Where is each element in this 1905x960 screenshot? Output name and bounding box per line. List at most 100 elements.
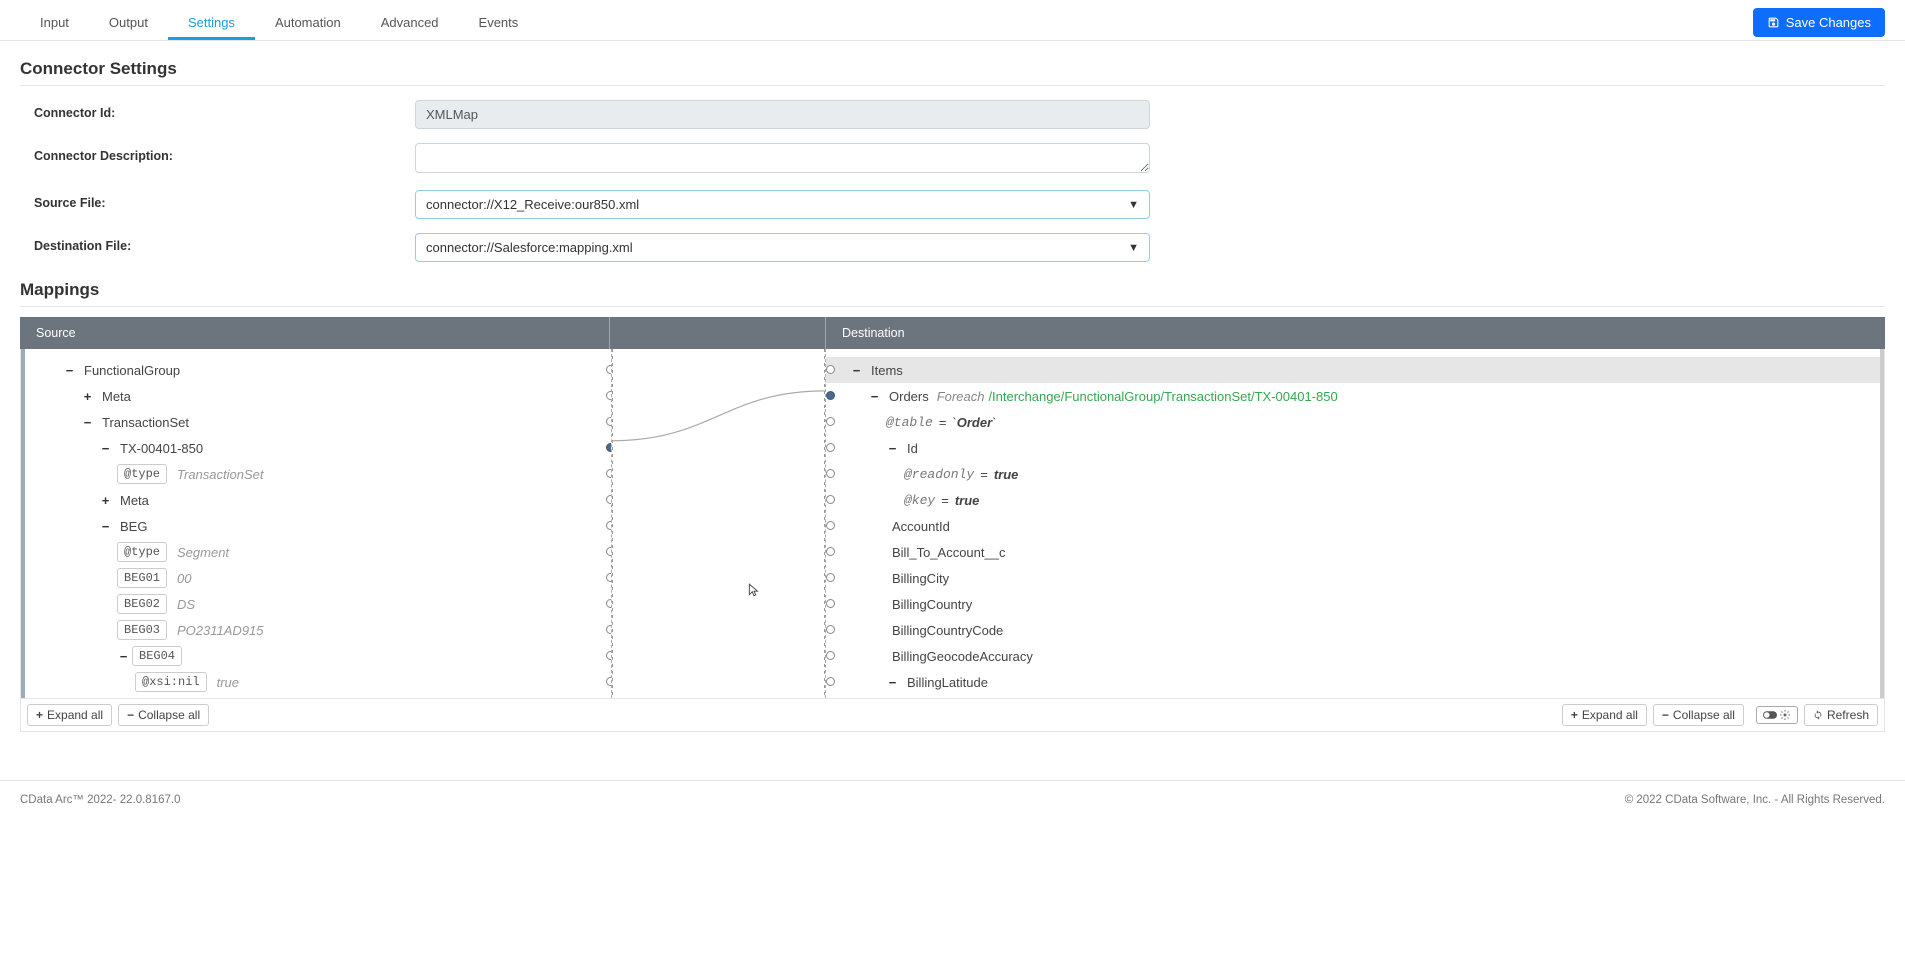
- tree-row[interactable]: BillingCountryCode: [826, 617, 1880, 643]
- tab-settings[interactable]: Settings: [168, 8, 255, 40]
- collapse-icon[interactable]: −: [868, 390, 881, 403]
- tree-row[interactable]: BillingCountry: [826, 591, 1880, 617]
- tree-row[interactable]: BEG03 PO2311AD915: [25, 617, 611, 643]
- collapse-all-source-button[interactable]: − Collapse all: [118, 704, 209, 726]
- collapse-all-dest-button[interactable]: − Collapse all: [1653, 704, 1744, 726]
- tree-value: PO2311AD915: [177, 623, 264, 638]
- tree-row[interactable]: BEG02 DS: [25, 591, 611, 617]
- connection-port[interactable]: [826, 547, 835, 556]
- expand-icon[interactable]: +: [99, 494, 112, 507]
- tree-label: TX-00401-850: [120, 441, 203, 456]
- attribute-chip[interactable]: BEG03: [117, 620, 167, 640]
- tree-value: DS: [177, 597, 195, 612]
- attribute-chip[interactable]: @type: [117, 464, 167, 484]
- collapse-icon[interactable]: −: [99, 520, 112, 533]
- tree-label: BillingCountry: [892, 597, 972, 612]
- tree-row[interactable]: BillingCity: [826, 565, 1880, 591]
- connection-port[interactable]: [826, 625, 835, 634]
- source-file-label: Source File:: [20, 190, 415, 210]
- collapse-icon[interactable]: −: [63, 364, 76, 377]
- connector-description-input[interactable]: [415, 143, 1150, 173]
- attribute-chip[interactable]: BEG01: [117, 568, 167, 588]
- footer-copyright: © 2022 CData Software, Inc. - All Rights…: [1625, 794, 1885, 806]
- tree-label: BillingCountryCode: [892, 623, 1003, 638]
- tree-value: true: [217, 675, 239, 690]
- collapse-icon[interactable]: −: [886, 676, 899, 689]
- tree-row[interactable]: @readonly=true: [826, 461, 1880, 487]
- connection-port[interactable]: [826, 443, 835, 452]
- tree-row[interactable]: @type Segment: [25, 539, 611, 565]
- tree-row[interactable]: −TX-00401-850: [25, 435, 611, 461]
- tree-row[interactable]: @xsi:nil true: [25, 669, 611, 695]
- cursor: [747, 581, 761, 599]
- destination-column-header: Destination: [825, 317, 1885, 349]
- attribute-name: @table: [886, 415, 933, 430]
- tree-row[interactable]: @type TransactionSet: [25, 461, 611, 487]
- destination-file-select[interactable]: connector://Salesforce:mapping.xml ▼: [415, 233, 1150, 262]
- tree-row[interactable]: −BEG04: [25, 643, 611, 669]
- tree-label: BillingLatitude: [907, 675, 988, 690]
- connection-port[interactable]: [826, 573, 835, 582]
- connection-port[interactable]: [826, 391, 835, 400]
- collapse-icon[interactable]: −: [886, 442, 899, 455]
- tree-row[interactable]: −Id: [826, 435, 1880, 461]
- connection-port[interactable]: [826, 417, 835, 426]
- connection-port[interactable]: [826, 521, 835, 530]
- tree-row[interactable]: BillingGeocodeAccuracy: [826, 643, 1880, 669]
- tree-label: Id: [907, 441, 918, 456]
- toggle-icon: [1763, 710, 1777, 720]
- toggle-view[interactable]: [1756, 706, 1798, 724]
- tree-label: Bill_To_Account__c: [892, 545, 1005, 560]
- tree-row[interactable]: + Meta: [25, 383, 611, 409]
- tree-row[interactable]: −Items: [826, 357, 1880, 383]
- expand-all-source-button[interactable]: + Expand all: [27, 704, 112, 726]
- tree-row[interactable]: −BEG: [25, 513, 611, 539]
- tree-label: Meta: [102, 389, 131, 404]
- collapse-icon[interactable]: −: [81, 416, 94, 429]
- tree-value: Segment: [177, 545, 229, 560]
- tree-row[interactable]: −BillingLatitude: [826, 669, 1880, 695]
- tree-row[interactable]: +Meta: [25, 487, 611, 513]
- connection-port[interactable]: [826, 677, 835, 686]
- save-changes-button[interactable]: Save Changes: [1753, 8, 1885, 37]
- chevron-down-icon: ▼: [1128, 242, 1139, 254]
- attribute-chip[interactable]: BEG02: [117, 594, 167, 614]
- connector-id-input: [415, 100, 1150, 129]
- tab-advanced[interactable]: Advanced: [361, 8, 459, 40]
- expand-all-dest-button[interactable]: + Expand all: [1562, 704, 1647, 726]
- expand-icon[interactable]: +: [81, 390, 94, 403]
- tab-input[interactable]: Input: [20, 8, 89, 40]
- tree-row[interactable]: @table=`Order`: [826, 409, 1880, 435]
- attribute-chip[interactable]: @type: [117, 542, 167, 562]
- refresh-button[interactable]: Refresh: [1804, 704, 1878, 726]
- tree-row[interactable]: −TransactionSet: [25, 409, 611, 435]
- connection-port[interactable]: [826, 365, 835, 374]
- tree-value: TransactionSet: [177, 467, 263, 482]
- tree-label: FunctionalGroup: [84, 363, 180, 378]
- tab-output[interactable]: Output: [89, 8, 168, 40]
- tree-row[interactable]: Bill_To_Account__c: [826, 539, 1880, 565]
- save-label: Save Changes: [1786, 15, 1871, 30]
- tree-row[interactable]: BEG0100: [25, 565, 611, 591]
- attribute-value: true: [994, 467, 1019, 482]
- connector-settings-heading: Connector Settings: [20, 59, 1885, 79]
- attribute-value: `Order`: [952, 415, 996, 430]
- tab-events[interactable]: Events: [459, 8, 539, 40]
- tree-row[interactable]: AccountId: [826, 513, 1880, 539]
- footer-version: CData Arc™ 2022- 22.0.8167.0: [20, 794, 180, 806]
- attribute-chip[interactable]: BEG04: [132, 646, 182, 666]
- connection-port[interactable]: [826, 469, 835, 478]
- connection-port[interactable]: [826, 495, 835, 504]
- tab-automation[interactable]: Automation: [255, 8, 361, 40]
- collapse-icon[interactable]: −: [117, 650, 130, 663]
- tree-row[interactable]: −FunctionalGroup: [25, 357, 611, 383]
- collapse-icon[interactable]: −: [850, 364, 863, 377]
- tree-row[interactable]: @key=true: [826, 487, 1880, 513]
- connection-port[interactable]: [826, 599, 835, 608]
- connection-port[interactable]: [826, 651, 835, 660]
- source-file-select[interactable]: connector://X12_Receive:our850.xml ▼: [415, 190, 1150, 219]
- tree-label: Items: [871, 363, 903, 378]
- tree-row[interactable]: −OrdersForeach/Interchange/FunctionalGro…: [826, 383, 1880, 409]
- collapse-icon[interactable]: −: [99, 442, 112, 455]
- attribute-chip[interactable]: @xsi:nil: [135, 672, 207, 692]
